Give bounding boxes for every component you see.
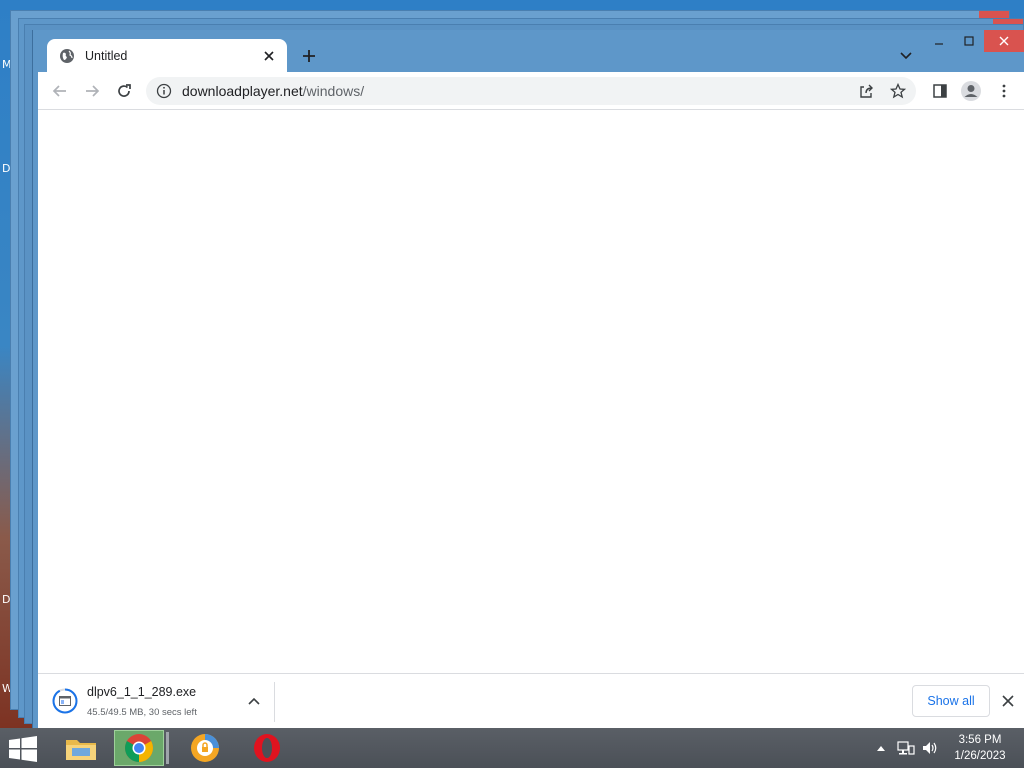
back-button[interactable]	[48, 79, 72, 103]
url-domain: downloadplayer.net	[182, 83, 303, 99]
info-icon[interactable]	[156, 83, 172, 99]
minimize-button[interactable]	[924, 30, 954, 52]
lock-browser-icon	[191, 734, 219, 762]
close-window-button[interactable]	[984, 30, 1024, 52]
new-tab-button[interactable]	[297, 44, 321, 68]
reload-icon	[118, 84, 131, 97]
download-filename: dlpv6_1_1_289.exe	[87, 685, 197, 699]
download-progress-icon	[52, 688, 78, 714]
divider	[274, 682, 275, 722]
side-panel-icon[interactable]	[932, 83, 948, 99]
reload-button[interactable]	[112, 79, 136, 103]
taskbar-separator	[166, 732, 169, 764]
window-controls	[924, 30, 1024, 52]
forward-arrow-icon	[86, 85, 100, 97]
chrome-icon	[125, 734, 153, 762]
chevron-down-icon[interactable]	[898, 47, 914, 63]
windows-start-icon[interactable]	[8, 736, 38, 762]
profile-avatar-icon[interactable]	[960, 80, 982, 102]
forward-button[interactable]	[80, 79, 104, 103]
star-icon[interactable]	[890, 83, 906, 99]
address-bar[interactable]: downloadplayer.net/windows/	[146, 77, 916, 105]
opera-icon	[254, 734, 280, 762]
taskbar: 3:56 PM 1/26/2023	[0, 728, 1024, 768]
download-shelf: dlpv6_1_1_289.exe 45.5/49.5 MB, 30 secs …	[38, 673, 1024, 728]
taskbar-secure-browser[interactable]	[180, 730, 230, 766]
page-content[interactable]	[38, 110, 1024, 673]
url-path: /windows/	[302, 83, 365, 99]
volume-icon[interactable]	[921, 740, 939, 756]
system-clock[interactable]: 3:56 PM 1/26/2023	[944, 732, 1016, 764]
url-text: downloadplayer.net/windows/	[182, 83, 364, 99]
chevron-up-icon[interactable]	[246, 694, 262, 710]
maximize-button[interactable]	[954, 30, 984, 52]
back-arrow-icon	[52, 85, 66, 97]
share-icon[interactable]	[858, 83, 874, 99]
show-all-button[interactable]: Show all	[912, 685, 990, 717]
clock-time: 3:56 PM	[958, 734, 1002, 746]
download-status: 45.5/49.5 MB, 30 secs left	[87, 707, 197, 718]
tab-strip: Untitled	[33, 30, 1024, 73]
plus-icon	[303, 50, 315, 62]
menu-kebab-icon[interactable]	[996, 83, 1012, 99]
chevron-up-icon[interactable]	[876, 744, 886, 752]
taskbar-chrome[interactable]	[114, 730, 164, 766]
globe-icon	[60, 49, 74, 63]
file-explorer-icon	[66, 740, 96, 760]
tab-untitled[interactable]: Untitled	[47, 39, 287, 73]
network-icon[interactable]	[897, 740, 915, 756]
close-icon[interactable]	[261, 48, 277, 64]
taskbar-file-explorer[interactable]	[56, 730, 106, 766]
close-icon[interactable]	[1000, 693, 1016, 709]
taskbar-opera[interactable]	[242, 730, 292, 766]
browser-toolbar: downloadplayer.net/windows/	[38, 72, 1024, 110]
download-item[interactable]: dlpv6_1_1_289.exe 45.5/49.5 MB, 30 secs …	[50, 684, 272, 720]
tab-title: Untitled	[85, 49, 128, 63]
clock-date: 1/26/2023	[954, 750, 1006, 762]
